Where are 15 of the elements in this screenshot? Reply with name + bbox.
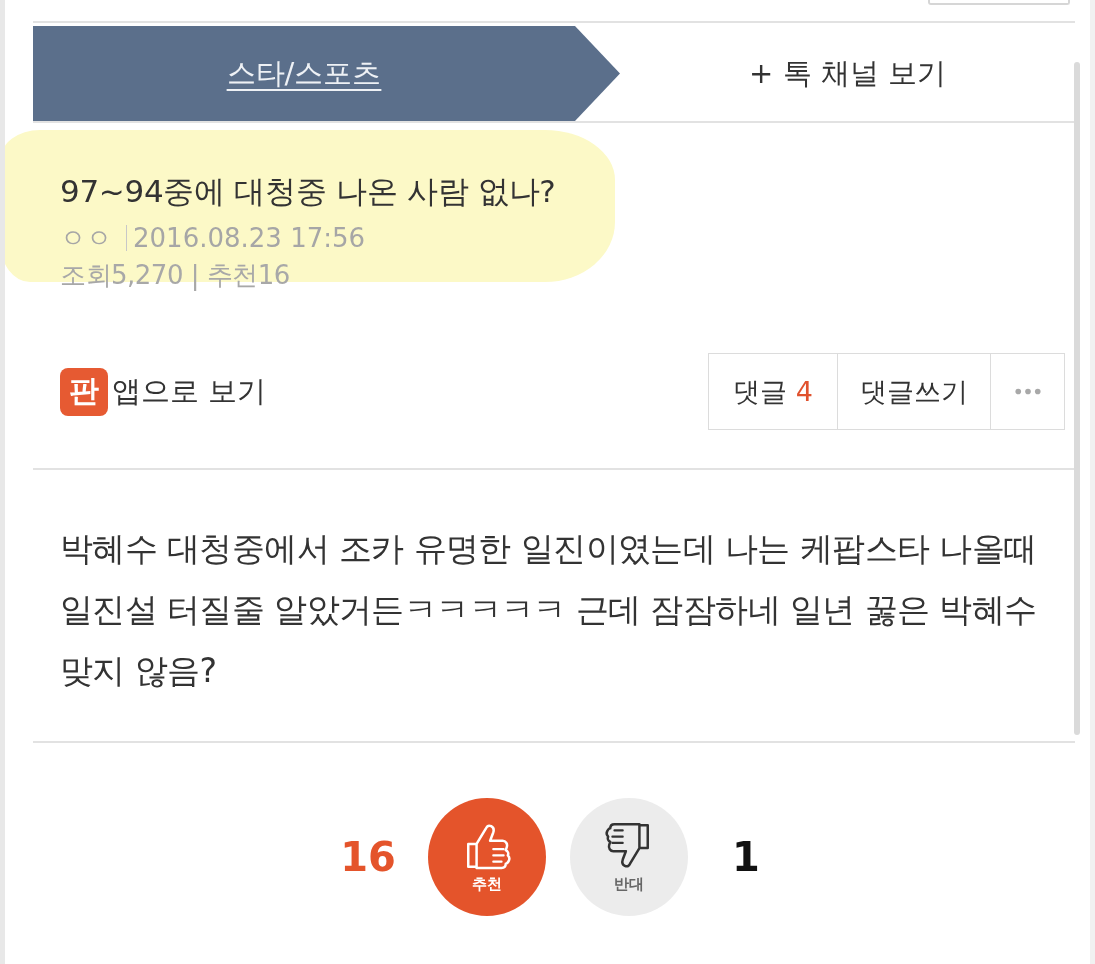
post-title: 97~94중에 대청중 나온 사람 없나?: [60, 173, 557, 209]
post-stats: 조회5,270 | 추천16: [60, 259, 291, 291]
scrollbar[interactable]: [1074, 62, 1080, 735]
oppose-button[interactable]: 반대: [569, 798, 688, 916]
app-logo[interactable]: 판: [60, 367, 108, 416]
recommend-button[interactable]: 추천: [427, 798, 546, 916]
more-icon: [1014, 388, 1041, 395]
cropped-button[interactable]: [928, 0, 1070, 5]
recommend-count: 16: [340, 834, 396, 880]
post-body-text: 박혜수 대청중에서 조카 유명한 일진이였는데 나는 케팝스타 나올때 일진설 터질줄 알았거든ㅋㅋㅋㅋㅋ 근데 잠잠하네 일년 꿇은 박혜수 맞지 않음?: [60, 528, 1038, 692]
open-in-app-link[interactable]: 앱으로 보기: [112, 371, 267, 412]
author-name: ㅇㅇ: [60, 222, 113, 254]
post-date: 2016.08.23 17:56: [126, 225, 366, 251]
channel-tab[interactable]: 스타/스포츠: [33, 26, 620, 121]
oppose-count: 1: [731, 834, 760, 880]
